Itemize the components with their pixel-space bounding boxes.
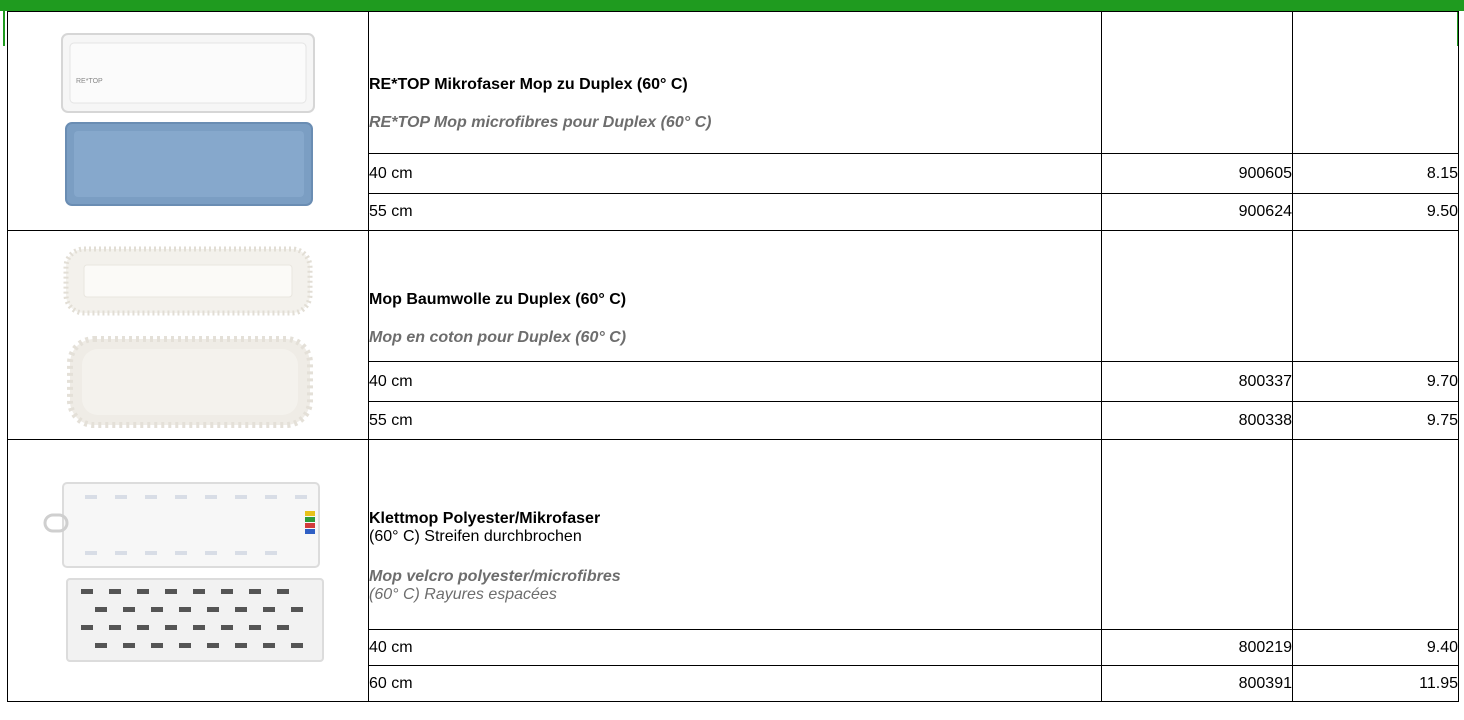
variant-size: 60 cm [368, 665, 1102, 702]
variant-size: 40 cm [368, 629, 1102, 666]
product-header-row: RE*TOP RE*TOP Mikrofaser Mop zu Duplex (… [7, 11, 1459, 231]
price-empty-cell [1292, 439, 1459, 630]
variant-price: 9.75 [1292, 401, 1459, 440]
product-image-cell: RE*TOP [7, 11, 369, 231]
article-number: 800338 [1101, 401, 1293, 440]
product-header-row: Klettmop Polyester/Mikrofaser (60° C) St… [7, 439, 1459, 702]
product-description: Klettmop Polyester/Mikrofaser (60° C) St… [368, 439, 1102, 630]
left-accent-edge [3, 11, 5, 46]
velcro-mop-photo-icon [43, 481, 324, 662]
article-empty-cell [1101, 230, 1293, 362]
variant-price: 9.50 [1292, 193, 1459, 231]
product-table: RE*TOP RE*TOP Mikrofaser Mop zu Duplex (… [7, 11, 1459, 702]
top-accent-bar [0, 0, 1464, 11]
price-empty-cell [1292, 230, 1459, 362]
article-number: 900605 [1101, 153, 1293, 194]
variant-size: 55 cm [368, 401, 1102, 440]
article-number: 800337 [1101, 361, 1293, 402]
article-number: 800219 [1101, 629, 1293, 666]
variant-price: 9.40 [1292, 629, 1459, 666]
variant-size: 40 cm [368, 153, 1102, 194]
product-header-row: Mop Baumwolle zu Duplex (60° C) Mop en c… [7, 230, 1459, 440]
product-description: RE*TOP Mikrofaser Mop zu Duplex (60° C) … [368, 11, 1102, 154]
product-image-cell [7, 439, 369, 702]
price-empty-cell [1292, 11, 1459, 154]
variant-size: 40 cm [368, 361, 1102, 402]
product-title-de: RE*TOP Mikrofaser Mop zu Duplex (60° C) [369, 75, 688, 93]
article-empty-cell [1101, 11, 1293, 154]
microfiber-mop-photo-icon: RE*TOP [61, 33, 315, 206]
article-empty-cell [1101, 439, 1293, 630]
product-title-de: Mop Baumwolle zu Duplex (60° C) [369, 290, 627, 308]
product-subtitle-fr: (60° C) Rayures espacées [369, 585, 557, 603]
variant-price: 9.70 [1292, 361, 1459, 402]
retop-logo: RE*TOP [76, 78, 103, 85]
article-number: 800391 [1101, 665, 1293, 702]
product-subtitle-de: (60° C) Streifen durchbrochen [369, 527, 582, 545]
cotton-mop-photo-icon [63, 246, 313, 428]
product-title-fr: RE*TOP Mop microfibres pour Duplex (60° … [369, 113, 712, 131]
product-title-de: Klettmop Polyester/Mikrofaser [369, 509, 601, 527]
variant-price: 8.15 [1292, 153, 1459, 194]
product-description: Mop Baumwolle zu Duplex (60° C) Mop en c… [368, 230, 1102, 362]
product-image-cell [7, 230, 369, 440]
variant-price: 11.95 [1292, 665, 1459, 702]
product-title-fr: Mop en coton pour Duplex (60° C) [369, 328, 627, 346]
product-title-fr: Mop velcro polyester/microfibres [369, 567, 621, 585]
article-number: 900624 [1101, 193, 1293, 231]
variant-size: 55 cm [368, 193, 1102, 231]
